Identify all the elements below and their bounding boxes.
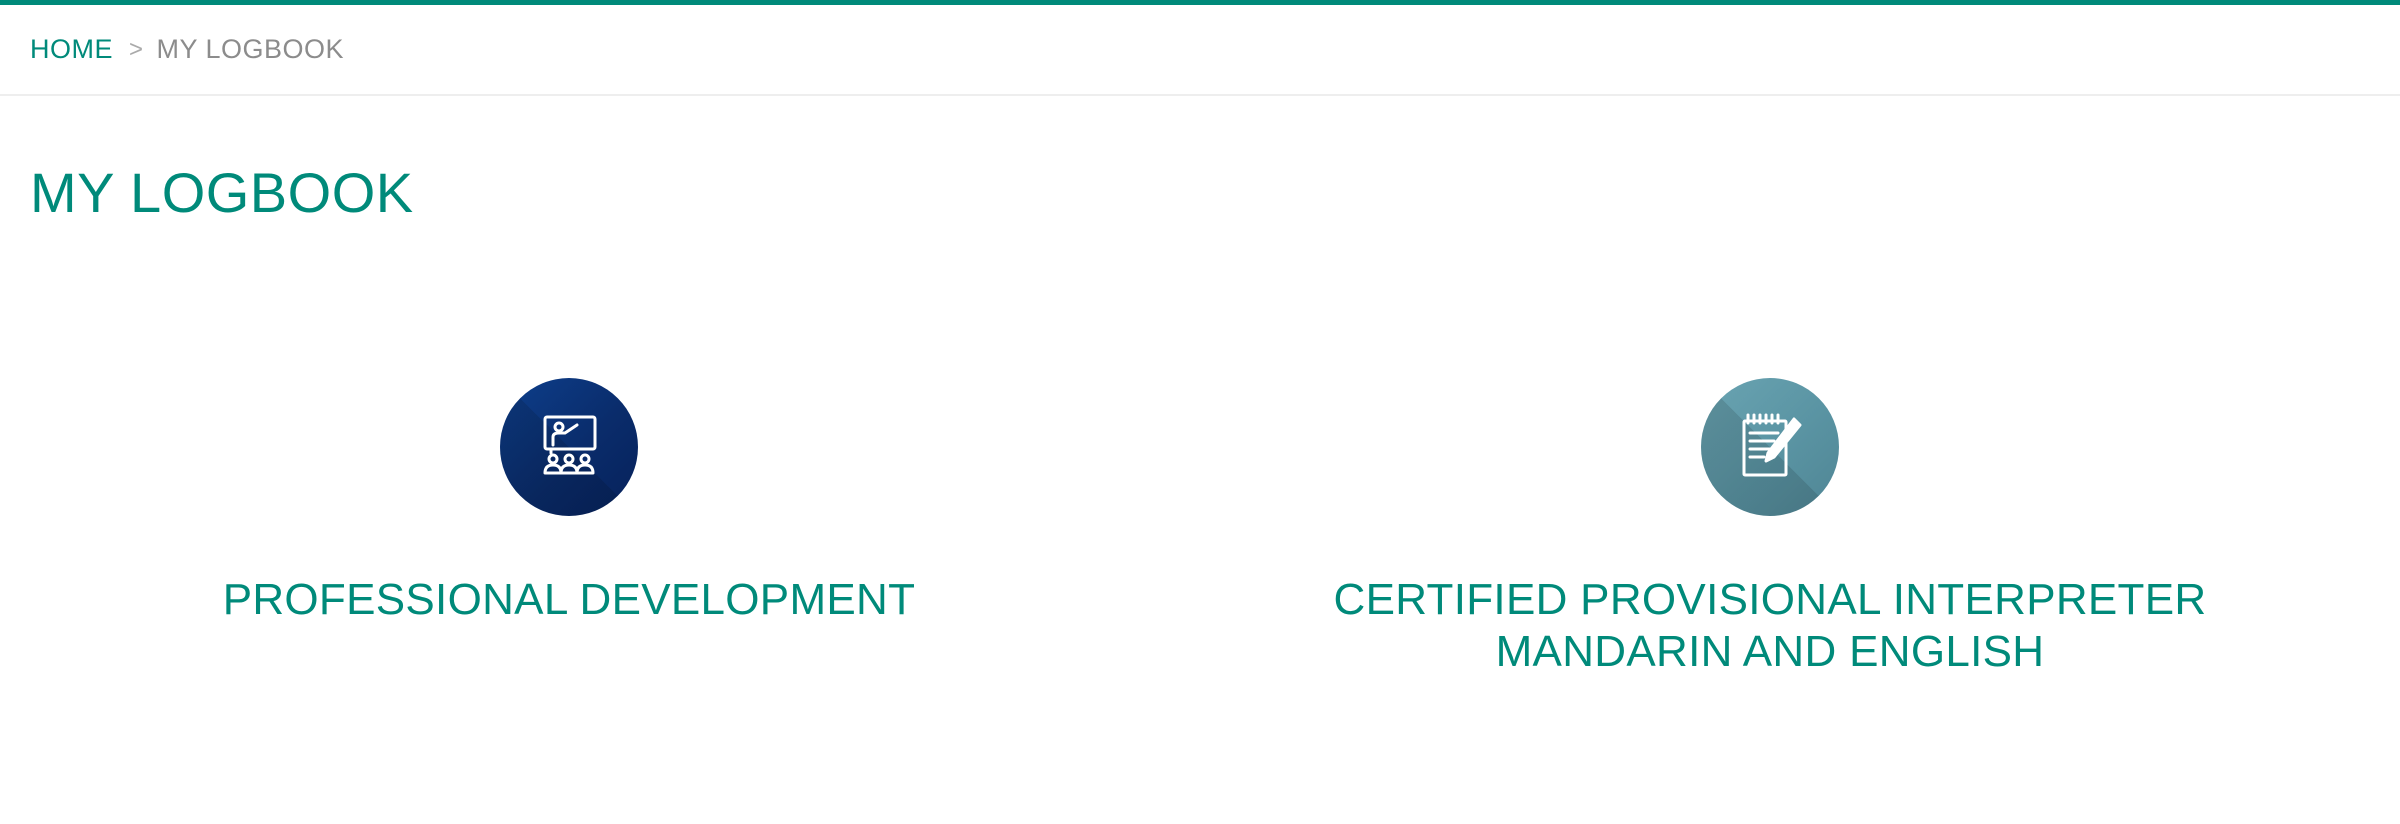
breadcrumb-separator: > <box>129 35 144 63</box>
notepad-pencil-icon[interactable] <box>1701 378 1839 516</box>
certified-interpreter-card[interactable]: CERTIFIED PROVISIONAL INTERPRETER MANDAR… <box>1270 378 2270 678</box>
breadcrumb-home-link[interactable]: HOME <box>30 34 113 65</box>
logbook-cards: PROFESSIONAL DEVELOPMENT CERTIFIED PROVI… <box>0 378 2400 708</box>
presentation-classroom-icon[interactable] <box>500 378 638 516</box>
page-title: MY LOGBOOK <box>30 161 414 224</box>
certified-interpreter-label[interactable]: CERTIFIED PROVISIONAL INTERPRETER MANDAR… <box>1320 574 2220 678</box>
professional-development-label[interactable]: PROFESSIONAL DEVELOPMENT <box>119 574 1019 626</box>
breadcrumb: HOME > MY LOGBOOK <box>0 5 2400 96</box>
professional-development-card[interactable]: PROFESSIONAL DEVELOPMENT <box>69 378 1069 626</box>
certified-interpreter-label-line2: MANDARIN AND ENGLISH <box>1495 627 2045 676</box>
breadcrumb-current: MY LOGBOOK <box>156 34 345 64</box>
certified-interpreter-label-line1: CERTIFIED PROVISIONAL INTERPRETER <box>1333 575 2207 624</box>
